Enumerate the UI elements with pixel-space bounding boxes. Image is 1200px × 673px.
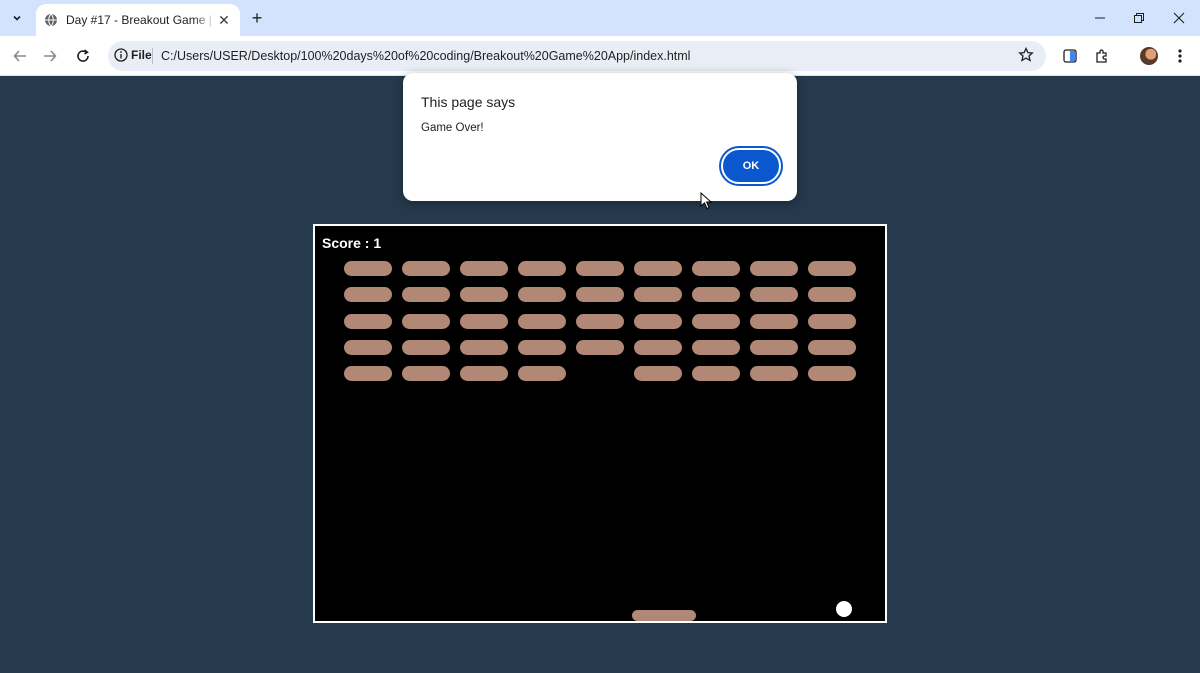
- brick: [402, 366, 450, 381]
- brick: [808, 366, 856, 381]
- brick: [634, 366, 682, 381]
- brick: [344, 314, 392, 329]
- tab-search-chevron-icon[interactable]: [6, 7, 28, 29]
- brick: [692, 287, 740, 302]
- brick: [518, 366, 566, 381]
- brick: [808, 314, 856, 329]
- brick: [576, 287, 624, 302]
- brick: [576, 340, 624, 355]
- back-arrow-icon[interactable]: [8, 44, 32, 68]
- brick: [518, 261, 566, 276]
- brick: [634, 314, 682, 329]
- game-canvas: Score : 1: [313, 224, 887, 623]
- brick: [460, 314, 508, 329]
- mouse-cursor-icon: [700, 191, 713, 215]
- brick: [460, 366, 508, 381]
- ball: [836, 601, 852, 617]
- brick: [750, 366, 798, 381]
- brick: [460, 261, 508, 276]
- brick: [576, 261, 624, 276]
- tab-title: Day #17 - Breakout Game | Nav: [66, 13, 216, 27]
- forward-arrow-icon[interactable]: [38, 44, 62, 68]
- brick: [344, 261, 392, 276]
- side-panel-icon[interactable]: [1060, 46, 1080, 66]
- brick: [518, 314, 566, 329]
- brick: [460, 340, 508, 355]
- menu-kebab-icon[interactable]: [1170, 46, 1190, 66]
- brick: [402, 261, 450, 276]
- brick: [692, 261, 740, 276]
- brick: [808, 261, 856, 276]
- dialog-message: Game Over!: [421, 122, 484, 134]
- minimize-icon[interactable]: [1090, 8, 1110, 28]
- brick: [750, 261, 798, 276]
- brick: [692, 314, 740, 329]
- brick: [634, 287, 682, 302]
- url-scheme-label[interactable]: File: [131, 48, 152, 62]
- url-text[interactable]: C:/Users/USER/Desktop/100%20days%20of%20…: [161, 49, 690, 63]
- brick: [808, 340, 856, 355]
- tab-active[interactable]: Day #17 - Breakout Game | Nav ✕: [36, 4, 240, 36]
- brick: [692, 340, 740, 355]
- brick: [634, 340, 682, 355]
- tab-strip: Day #17 - Breakout Game | Nav ✕ +: [0, 0, 1200, 36]
- brick: [402, 314, 450, 329]
- brick: [402, 340, 450, 355]
- close-window-icon[interactable]: [1169, 8, 1189, 28]
- tab-close-icon[interactable]: ✕: [216, 12, 232, 28]
- brick: [750, 314, 798, 329]
- info-icon[interactable]: [114, 48, 130, 64]
- brick: [750, 340, 798, 355]
- score-text: Score : 1: [322, 235, 382, 251]
- alert-dialog: This page says Game Over! OK: [403, 73, 797, 201]
- brick: [518, 340, 566, 355]
- brick: [344, 287, 392, 302]
- ok-button[interactable]: OK: [721, 148, 781, 184]
- address-bar[interactable]: File C:/Users/USER/Desktop/100%20days%20…: [108, 41, 1046, 71]
- brick: [518, 287, 566, 302]
- paddle: [632, 610, 696, 621]
- browser-toolbar: File C:/Users/USER/Desktop/100%20days%20…: [0, 36, 1200, 76]
- brick: [344, 366, 392, 381]
- dialog-title: This page says: [421, 94, 516, 110]
- extensions-puzzle-icon[interactable]: [1092, 46, 1112, 66]
- new-tab-icon[interactable]: +: [246, 7, 268, 29]
- brick: [460, 287, 508, 302]
- brick: [750, 287, 798, 302]
- reload-icon[interactable]: [71, 44, 95, 68]
- brick: [344, 340, 392, 355]
- brick: [402, 287, 450, 302]
- bookmark-star-icon[interactable]: [1018, 46, 1036, 65]
- brick: [634, 261, 682, 276]
- brick: [576, 314, 624, 329]
- profile-avatar[interactable]: [1140, 47, 1158, 65]
- brick: [692, 366, 740, 381]
- restore-icon[interactable]: [1129, 8, 1149, 28]
- omnibox-divider: [152, 48, 153, 64]
- brick: [808, 287, 856, 302]
- globe-icon: [44, 13, 58, 27]
